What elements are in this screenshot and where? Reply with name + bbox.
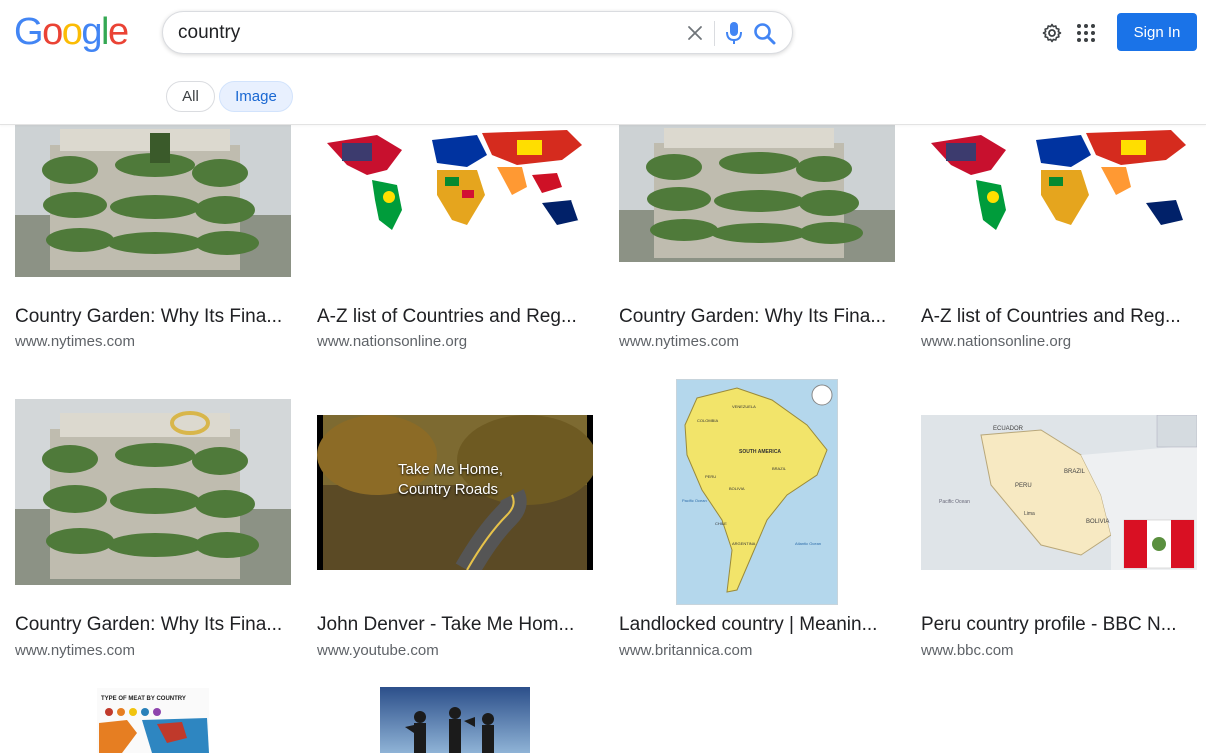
logo-letter: g [81,11,102,53]
peru-flag-icon [1123,519,1195,569]
map-label: CHILE [715,521,727,526]
result-url: www.nationsonline.org [921,333,1072,350]
map-label: Atlantic Ocean [795,541,821,546]
result-url: www.nytimes.com [15,333,136,350]
result-thumbnail[interactable] [15,399,291,585]
gear-icon[interactable] [1040,21,1064,45]
map-label: ECUADOR [993,426,1024,432]
map-label: ARGENTINA [732,541,756,546]
map-label: SOUTH AMERICA [739,449,781,455]
result-url: www.nytimes.com [619,333,740,350]
result-thumbnail[interactable] [317,125,593,240]
search-box [162,11,793,54]
logo-letter: e [107,11,129,53]
map-label: Pacific Ocean [682,498,707,503]
result-url: www.bbc.com [921,642,1014,659]
image-result[interactable]: Country Garden: Why Its Fina... www.nyti… [619,125,895,355]
search-divider [714,21,715,46]
image-result[interactable]: A-Z list of Countries and Reg... www.nat… [921,125,1197,355]
image-result[interactable]: A-Z list of Countries and Reg... www.nat… [317,125,593,355]
result-title[interactable]: Country Garden: Why Its Fina... [15,306,291,328]
result-thumbnail[interactable]: TYPE OF MEAT BY COUNTRY [97,688,209,753]
map-label: BRAZIL [1064,469,1086,475]
close-icon[interactable] [684,22,706,44]
result-url: www.nationsonline.org [317,333,468,350]
image-result[interactable]: ECUADOR PERU BRAZIL BOLIVIA Pacific Ocea… [921,399,1197,663]
map-label: Pacific Ocean [939,499,970,505]
map-label: BOLIVIA [729,486,745,491]
result-url: www.britannica.com [619,642,753,659]
tab-image[interactable]: Image [219,81,293,112]
result-title[interactable]: A-Z list of Countries and Reg... [921,306,1197,328]
result-title[interactable]: Landlocked country | Meanin... [619,614,895,636]
map-label: PERU [1015,483,1032,489]
image-result[interactable] [380,687,530,753]
logo-letter: l [100,11,109,53]
map-label: VENEZUELA [732,404,756,409]
search-input[interactable] [178,18,678,48]
result-thumbnail[interactable] [380,687,530,753]
result-thumbnail[interactable]: ECUADOR PERU BRAZIL BOLIVIA Pacific Ocea… [921,415,1197,570]
result-title[interactable]: A-Z list of Countries and Reg... [317,306,593,328]
image-result[interactable]: Country Garden: Why Its Fina... www.nyti… [15,125,291,355]
result-thumbnail[interactable] [921,125,1197,240]
logo-letter: o [42,11,63,53]
map-label: PERU [705,474,716,479]
map-label: Lima [1024,511,1035,517]
google-logo[interactable]: Google [14,10,129,54]
image-result[interactable]: Take Me Home, Country Roads John Denver … [317,399,593,663]
tab-all[interactable]: All [166,81,215,112]
image-result[interactable]: TYPE OF MEAT BY COUNTRY [97,688,209,753]
result-title[interactable]: Country Garden: Why Its Fina... [15,614,291,636]
logo-letter: o [61,11,83,53]
search-icon[interactable] [752,21,778,47]
header: Google country Sign In All Image [0,0,1206,125]
apps-grid-icon[interactable] [1074,21,1098,45]
video-overlay-text: Take Me Home, Country Roads [398,461,504,498]
result-url: www.nytimes.com [15,642,136,659]
infographic-title: TYPE OF MEAT BY COUNTRY [101,696,186,702]
map-label: COLOMBIA [697,418,718,423]
logo-letter: G [14,11,44,53]
sign-in-button[interactable]: Sign In [1117,13,1197,51]
result-thumbnail[interactable] [15,125,291,277]
result-title[interactable]: John Denver - Take Me Hom... [317,614,593,636]
image-result[interactable]: SOUTH AMERICA BRAZIL PERU BOLIVIA CHILE … [619,379,895,663]
image-result[interactable]: Country Garden: Why Its Fina... www.nyti… [15,399,291,663]
result-thumbnail[interactable] [619,125,895,262]
result-title[interactable]: Country Garden: Why Its Fina... [619,306,895,328]
result-url: www.youtube.com [317,642,439,659]
result-thumbnail[interactable]: SOUTH AMERICA BRAZIL PERU BOLIVIA CHILE … [676,379,838,605]
result-thumbnail[interactable]: Take Me Home, Country Roads [317,415,593,570]
map-label: BRAZIL [772,466,787,471]
microphone-icon[interactable] [723,20,745,47]
map-label: BOLIVIA [1086,519,1109,525]
result-title[interactable]: Peru country profile - BBC N... [921,614,1197,636]
